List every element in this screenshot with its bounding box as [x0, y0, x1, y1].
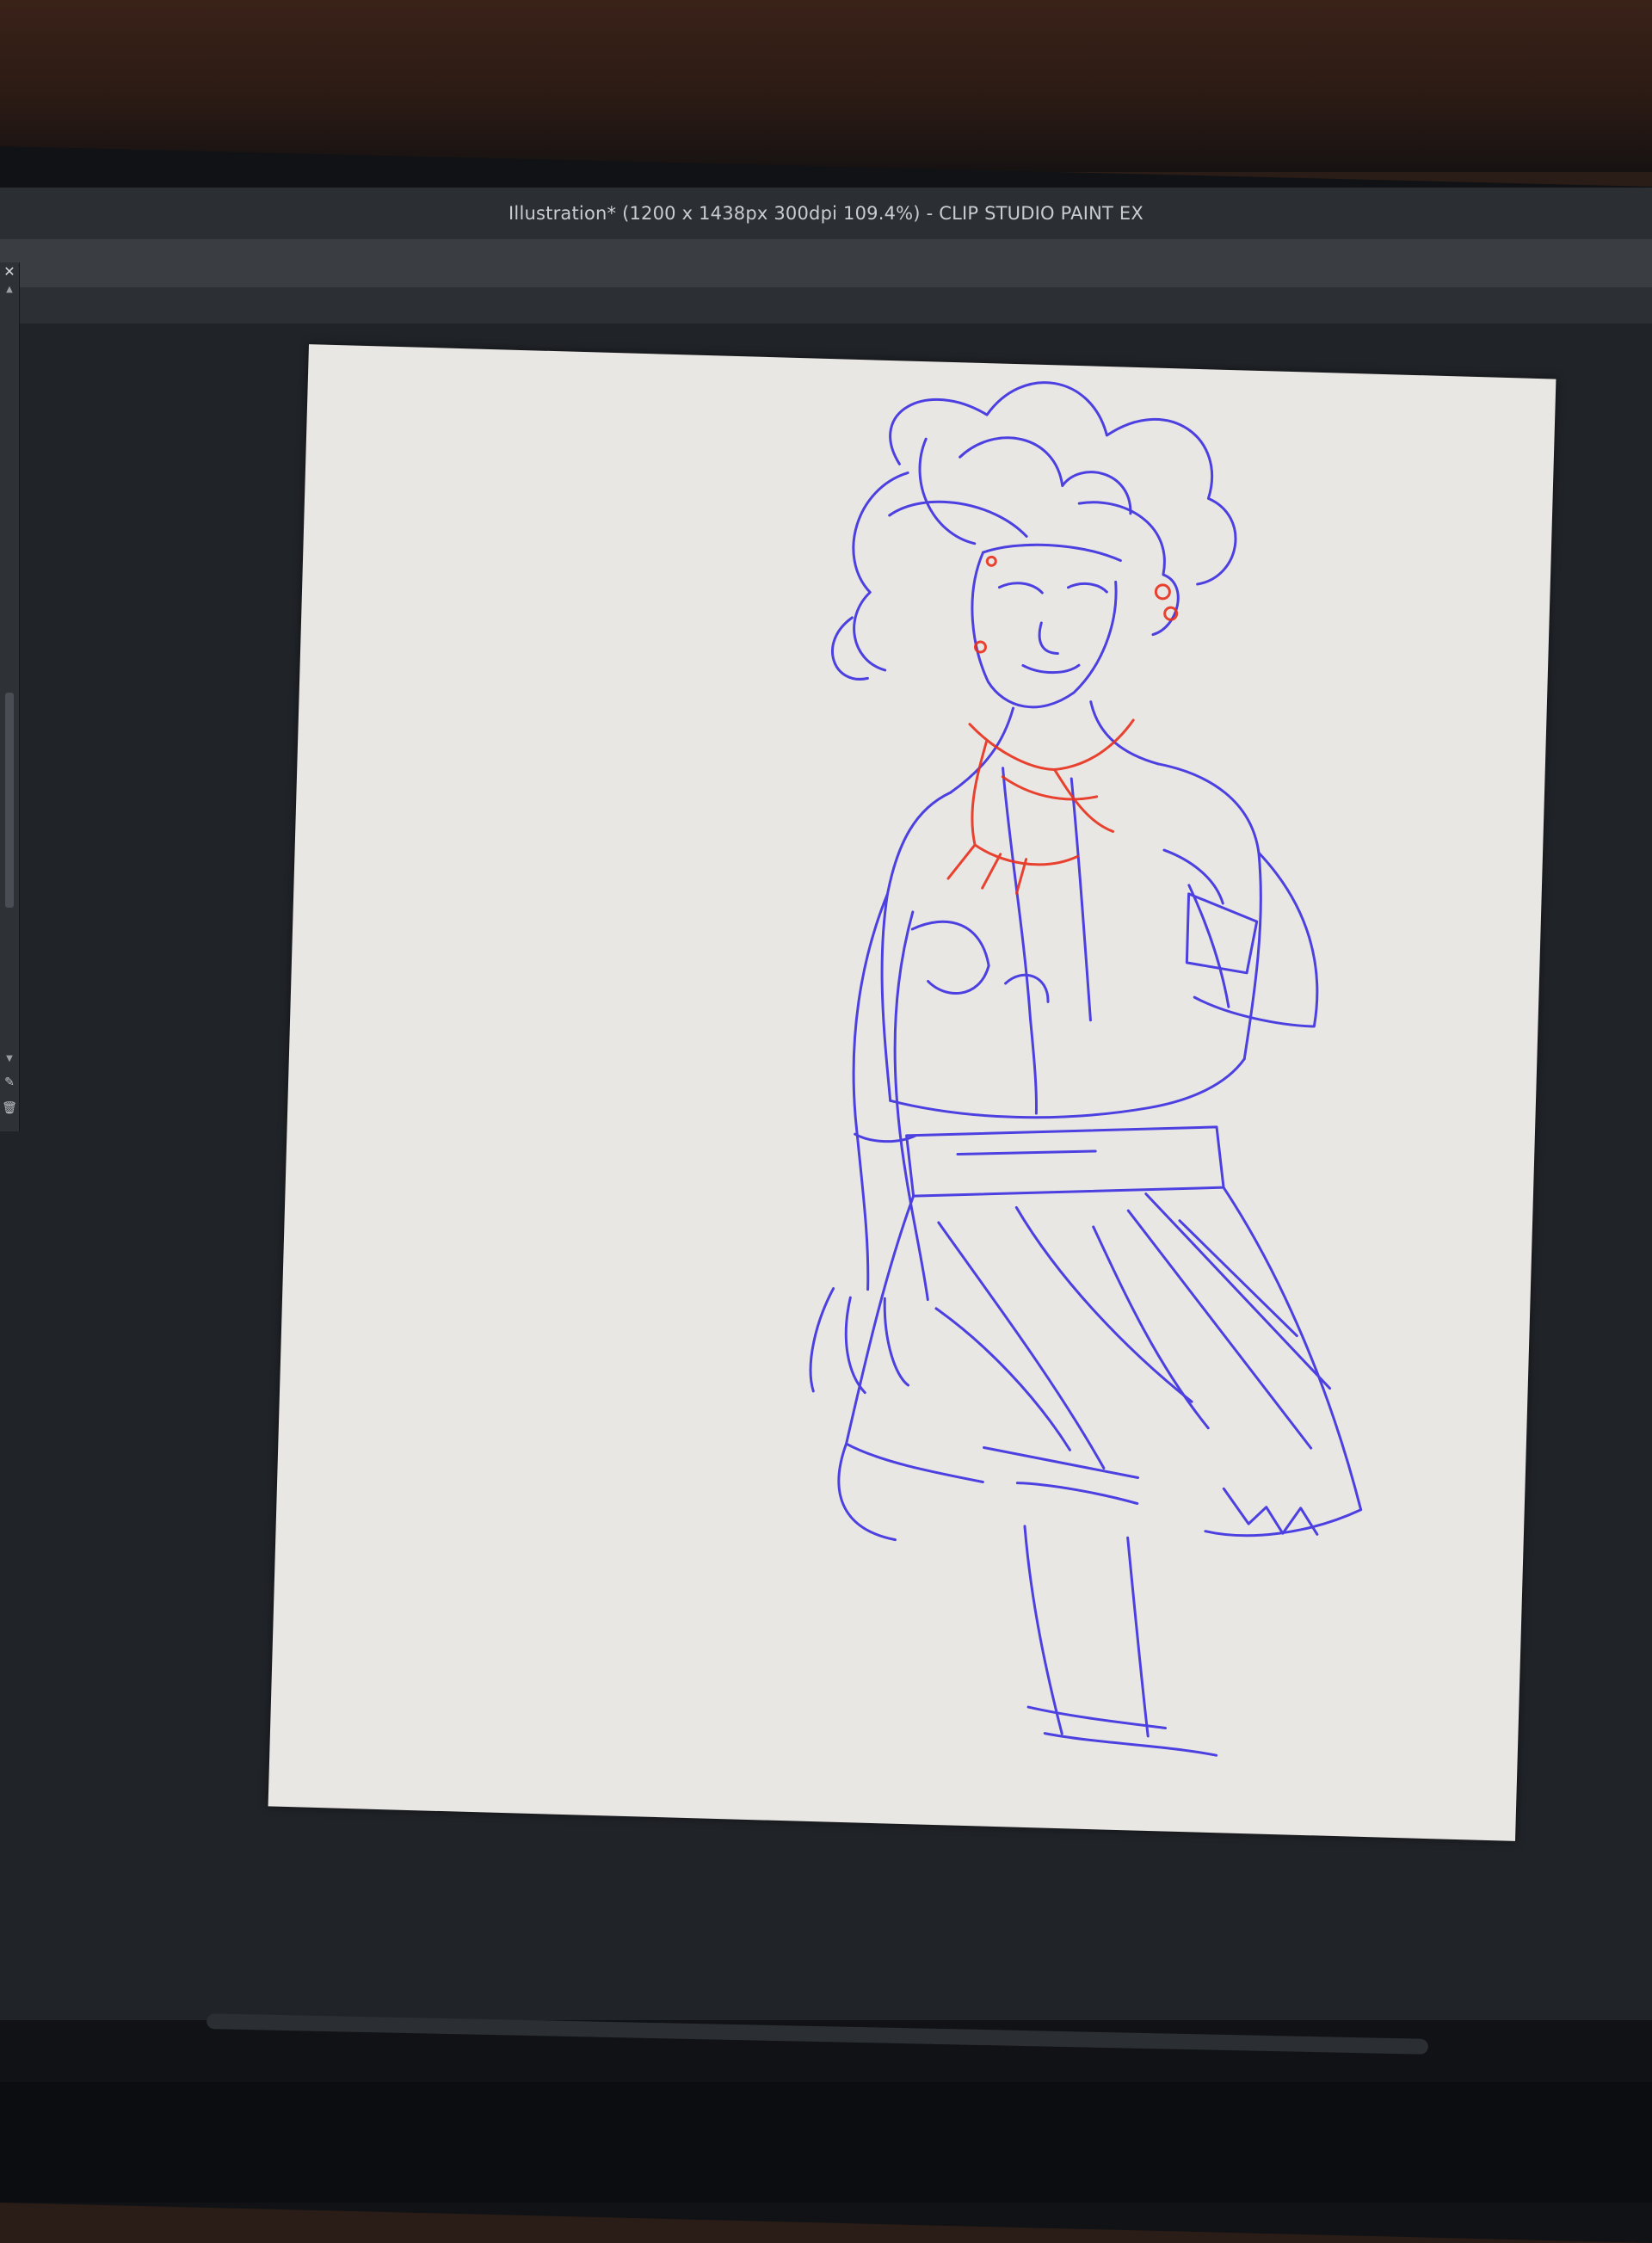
sketch-drawing [809, 381, 1363, 1757]
pen-icon[interactable]: ✎ [2, 1075, 17, 1091]
drawing-canvas[interactable] [268, 344, 1556, 1841]
layer-palette[interactable]: ✕ ▲ ▼ ✎ 🗑 [0, 262, 20, 1131]
palette-scrollbar[interactable] [5, 693, 14, 908]
scroll-up-icon[interactable]: ▲ [3, 285, 16, 297]
title-bar: Illustration* (1200 x 1438px 300dpi 109.… [0, 188, 1652, 239]
window-title: Illustration* (1200 x 1438px 300dpi 109.… [509, 203, 1143, 224]
menu-bar[interactable] [0, 239, 1652, 287]
command-bar[interactable] [0, 287, 1652, 324]
sketch-lines [809, 381, 1363, 1757]
monitor-bottom-bezel [0, 2082, 1652, 2203]
trash-icon[interactable]: 🗑 [2, 1101, 17, 1118]
scroll-down-icon[interactable]: ▼ [3, 1054, 16, 1066]
accent-lines [946, 555, 1179, 895]
background-room [0, 0, 1652, 172]
close-icon[interactable]: ✕ [2, 264, 17, 280]
